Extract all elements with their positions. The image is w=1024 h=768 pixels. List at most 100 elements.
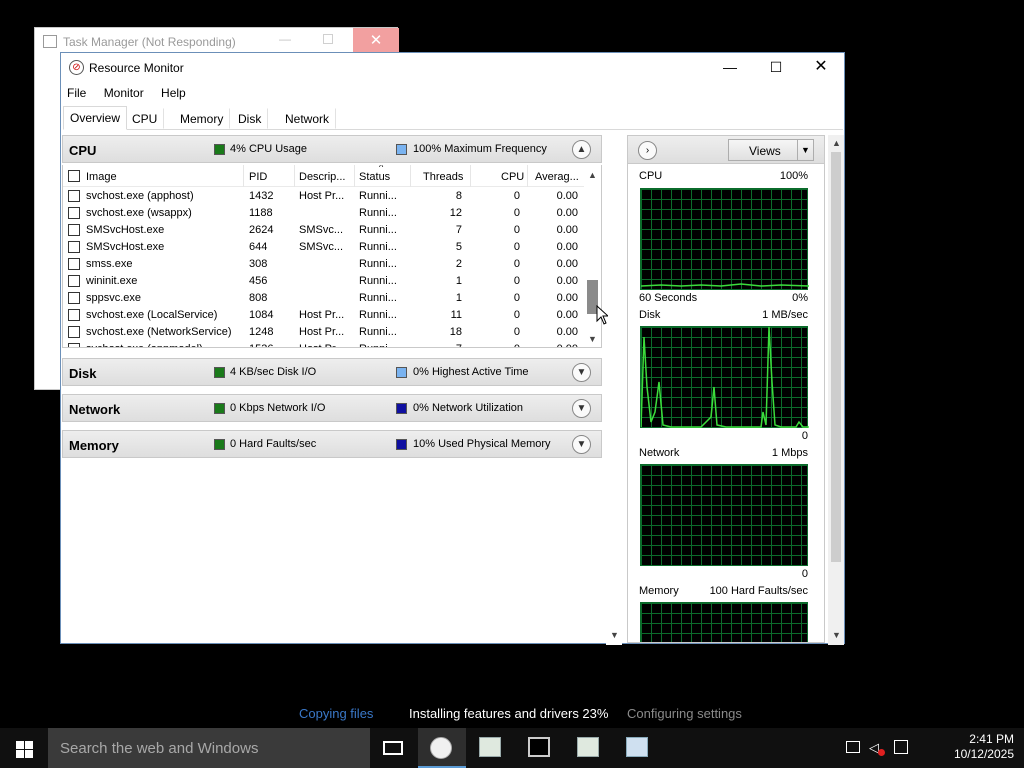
network-section-header[interactable]: Network 0 Kbps Network I/O 0% Network Ut… xyxy=(62,394,602,422)
cell-pid: 1188 xyxy=(249,207,273,219)
cell-average-cpu: 0.00 xyxy=(556,292,578,304)
close-button[interactable]: ✕ xyxy=(353,28,399,54)
search-box[interactable]: Search the web and Windows xyxy=(48,728,370,768)
cell-status: Runni... xyxy=(359,275,397,287)
start-button[interactable] xyxy=(0,728,48,768)
maximize-button[interactable] xyxy=(323,34,333,44)
row-checkbox[interactable] xyxy=(68,190,80,202)
section-title: CPU xyxy=(69,143,97,158)
column-description[interactable]: Descrip... xyxy=(299,171,345,183)
row-checkbox[interactable] xyxy=(68,207,80,219)
task-view-icon xyxy=(383,741,403,755)
taskbar-command-prompt[interactable] xyxy=(515,728,563,768)
cell-average-cpu: 0.00 xyxy=(556,190,578,202)
resource-monitor-icon xyxy=(430,737,452,759)
scroll-up-arrow-icon[interactable]: ▲ xyxy=(584,167,601,184)
cell-cpu: 0 xyxy=(513,207,520,219)
table-row[interactable]: SMSvcHost.exe 2624 SMSvc... Runni... 7 0 0.00 xyxy=(63,222,585,239)
dropdown-arrow-icon[interactable]: ▼ xyxy=(797,140,813,160)
cell-cpu: 0 xyxy=(513,258,520,270)
cell-image: svchost.exe (LocalService) xyxy=(86,309,218,321)
collapse-chevron-icon[interactable]: ▲ xyxy=(572,140,591,159)
cpu-section-header[interactable]: CPU 4% CPU Usage 100% Maximum Frequency … xyxy=(62,135,602,163)
cell-status: Runni... xyxy=(359,309,397,321)
row-checkbox[interactable] xyxy=(68,309,80,321)
blue-indicator xyxy=(396,367,407,378)
resource-monitor-window[interactable]: ⊘ Resource Monitor — ☐ ✕ File Monitor He… xyxy=(60,52,845,645)
row-checkbox[interactable] xyxy=(68,326,80,338)
row-checkbox[interactable] xyxy=(68,343,80,347)
menu-monitor[interactable]: Monitor xyxy=(98,84,152,100)
cell-status: Runni... xyxy=(359,258,397,270)
cell-image: svchost.exe (NetworkService) xyxy=(86,326,232,338)
column-threads[interactable]: Threads xyxy=(423,171,463,183)
column-image[interactable]: Image xyxy=(86,171,117,183)
scroll-down-arrow-icon[interactable]: ▼ xyxy=(584,331,601,347)
graph-panel-scrollbar[interactable]: ▲ ▼ xyxy=(828,135,844,645)
taskbar-app-4[interactable] xyxy=(564,728,612,768)
tab-network[interactable]: Network xyxy=(278,108,337,129)
taskbar: Search the web and Windows ◁ 2:41 PM 10/… xyxy=(0,728,1024,768)
cell-image: svchost.exe (apphost) xyxy=(86,190,194,202)
scroll-down-arrow-icon[interactable]: ▼ xyxy=(606,627,623,644)
expand-chevron-icon[interactable]: ▼ xyxy=(572,399,591,418)
tab-memory[interactable]: Memory xyxy=(173,108,231,129)
hard-faults-text: 0 Hard Faults/sec xyxy=(230,438,317,450)
select-all-checkbox[interactable] xyxy=(68,170,80,182)
column-status[interactable]: Status xyxy=(359,171,390,183)
table-row[interactable]: svchost.exe (LocalService) 1084 Host Pr...… xyxy=(63,307,585,324)
close-button[interactable]: ✕ xyxy=(798,53,844,83)
left-panel-scrollbar[interactable]: ▼ xyxy=(606,135,622,645)
row-checkbox[interactable] xyxy=(68,292,80,304)
navy-indicator xyxy=(396,439,407,450)
green-indicator xyxy=(214,403,225,414)
task-view-button[interactable] xyxy=(370,728,418,768)
column-average-cpu[interactable]: Averag... xyxy=(535,171,579,183)
taskbar-task-manager[interactable] xyxy=(613,728,661,768)
row-checkbox[interactable] xyxy=(68,224,80,236)
column-cpu[interactable]: CPU xyxy=(501,171,524,183)
memory-section-header[interactable]: Memory 0 Hard Faults/sec 10% Used Physic… xyxy=(62,430,602,458)
scroll-up-arrow-icon[interactable]: ▲ xyxy=(828,135,845,152)
action-center-icon[interactable] xyxy=(894,740,908,754)
tab-bar: Overview CPU Memory Disk Network xyxy=(63,106,843,130)
cell-image: wininit.exe xyxy=(86,275,138,287)
row-checkbox[interactable] xyxy=(68,275,80,287)
clock[interactable]: 2:41 PM 10/12/2025 xyxy=(954,732,1014,762)
maximize-button[interactable]: ☐ xyxy=(753,53,799,83)
resource-monitor-titlebar[interactable]: ⊘ Resource Monitor — ☐ ✕ xyxy=(61,53,844,83)
minimize-button[interactable]: — xyxy=(279,32,291,46)
cell-average-cpu: 0.00 xyxy=(556,275,578,287)
table-row[interactable]: svchost.exe (appmodel) 1536 Host Pr... Runn… xyxy=(63,341,585,347)
expand-arrow-icon[interactable]: › xyxy=(638,141,657,160)
table-row[interactable]: svchost.exe (apphost) 1432 Host Pr... Runni… xyxy=(63,188,585,205)
menu-file[interactable]: File xyxy=(61,84,94,100)
column-pid[interactable]: PID xyxy=(249,171,267,183)
cell-image: svchost.exe (appmodel) xyxy=(86,343,203,347)
row-checkbox[interactable] xyxy=(68,241,80,253)
expand-chevron-icon[interactable]: ▼ xyxy=(572,435,591,454)
row-checkbox[interactable] xyxy=(68,258,80,270)
window-app-icon xyxy=(577,737,599,757)
tab-cpu[interactable]: CPU xyxy=(125,108,165,129)
taskbar-resource-monitor[interactable] xyxy=(418,728,466,768)
table-row[interactable]: sppsvc.exe 808 Runni... 1 0 0.00 xyxy=(63,290,585,307)
scroll-down-arrow-icon[interactable]: ▼ xyxy=(828,627,845,644)
table-row[interactable]: smss.exe 308 Runni... 2 0 0.00 xyxy=(63,256,585,273)
cell-average-cpu: 0.00 xyxy=(556,309,578,321)
views-dropdown[interactable]: Views ▼ xyxy=(728,139,814,161)
disk-section-header[interactable]: Disk 4 KB/sec Disk I/O 0% Highest Active… xyxy=(62,358,602,386)
menu-help[interactable]: Help xyxy=(155,84,194,100)
table-row[interactable]: svchost.exe (NetworkService) 1248 Host Pr.… xyxy=(63,324,585,341)
tab-disk[interactable]: Disk xyxy=(231,108,269,129)
table-row[interactable]: SMSvcHost.exe 644 SMSvc... Runni... 5 0 0.00 xyxy=(63,239,585,256)
minimize-button[interactable]: — xyxy=(707,53,753,83)
table-row[interactable]: wininit.exe 456 Runni... 1 0 0.00 xyxy=(63,273,585,290)
network-tray-icon[interactable] xyxy=(846,741,860,753)
network-graph-min: 0 xyxy=(801,568,808,580)
expand-chevron-icon[interactable]: ▼ xyxy=(572,363,591,382)
tab-overview[interactable]: Overview xyxy=(63,106,128,130)
scrollbar-thumb[interactable] xyxy=(831,152,841,562)
table-row[interactable]: svchost.exe (wsappx) 1188 Runni... 12 0 0.00 xyxy=(63,205,585,222)
taskbar-app-2[interactable] xyxy=(466,728,514,768)
